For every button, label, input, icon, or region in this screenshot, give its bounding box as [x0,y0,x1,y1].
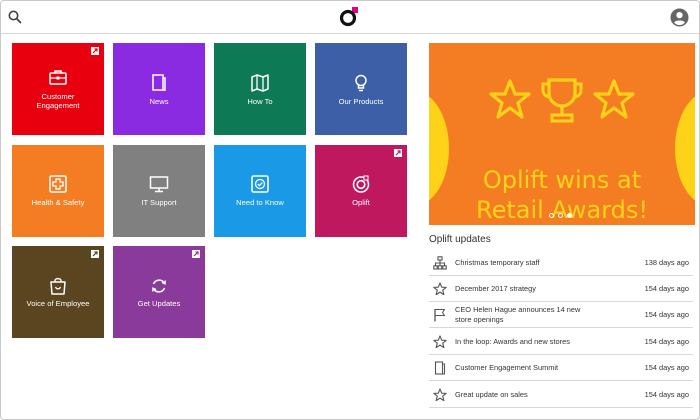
tile-health-and-safety[interactable]: Health & Safety [12,145,104,237]
carousel-dot-2[interactable] [558,213,563,218]
carousel-dot-1[interactable] [549,213,554,218]
tile-label: News [149,97,169,106]
update-date: 154 days ago [644,363,689,372]
tile-need-to-know[interactable]: Need to Know [214,145,306,237]
map-icon [251,74,269,92]
tile-label: Oplift [352,198,370,207]
monitor-icon [149,176,169,193]
app-window: Customer Engagement News How To Our Prod… [0,0,700,420]
update-item[interactable]: Great update on sales 154 days ago [429,382,693,408]
update-title-line1: CEO Helen Hague announces 14 new [455,305,581,314]
star-icon [433,282,447,296]
org-chart-icon [433,256,447,270]
tile-oplift[interactable]: Oplift [315,145,407,237]
news-carousel[interactable]: Oplift wins at Retail Awards! [429,43,695,225]
update-date: 154 days ago [644,337,689,346]
update-date: 138 days ago [644,258,689,267]
lightbulb-icon [355,74,367,92]
update-item[interactable]: In the loop: Awards and new stores 154 d… [429,329,693,355]
star-icon [433,335,447,349]
tile-label: Voice of Employee [26,299,90,308]
tile-label: Our Products [338,97,384,106]
document-icon [434,361,446,375]
update-date: 154 days ago [644,310,689,319]
oplift-logo-icon[interactable] [338,6,360,28]
update-title-line2: store openings [455,314,504,324]
update-title: Christmas temporary staff [455,258,540,267]
update-title: December 2017 strategy [455,284,536,293]
update-date: 154 days ago [644,284,689,293]
top-bar [1,1,699,34]
refresh-icon [152,279,166,293]
update-title: In the loop: Awards and new stores [455,337,570,346]
update-item[interactable]: CEO Helen Hague announces 14 new store o… [429,302,693,328]
search-icon[interactable] [7,9,23,25]
tile-how-to[interactable]: How To [214,43,306,135]
tile-label-line1: Customer [41,92,75,101]
external-link-icon [91,250,99,258]
oplift-icon [352,175,370,193]
tile-voice-of-employee[interactable]: Voice of Employee [12,246,104,338]
briefcase-icon [49,70,67,85]
tile-it-support[interactable]: IT Support [113,145,205,237]
tile-label: Need to Know [236,198,284,207]
checkbox-icon [251,175,269,193]
external-link-icon [394,149,402,157]
first-aid-icon [49,175,67,193]
updates-title: Oplift updates [429,234,491,245]
update-title: Customer Engagement Summit [455,363,559,372]
document-icon [152,74,166,91]
carousel-dot-3-active[interactable] [567,213,572,218]
award-stars-trophy-icon [489,78,635,123]
update-item[interactable]: Customer Engagement Summit 154 days ago [429,355,693,381]
tile-our-products[interactable]: Our Products [315,43,407,135]
external-link-icon [192,250,200,258]
update-date: 154 days ago [644,390,689,399]
flag-icon [434,308,446,322]
tile-label: IT Support [141,198,177,207]
carousel-dots [549,213,575,219]
tile-customer-engagement[interactable]: Customer Engagement [12,43,104,135]
tile-get-updates[interactable]: Get Updates [113,246,205,338]
tile-label: Get Updates [137,299,181,308]
update-item[interactable]: December 2017 strategy 154 days ago [429,276,693,302]
tile-news[interactable]: News [113,43,205,135]
tile-label: Health & Safety [31,198,85,207]
headline-line2: Retail Awards! [475,196,649,224]
headline-line1: Oplift wins at [482,166,642,194]
tile-label: How To [247,97,273,106]
external-link-icon [91,47,99,55]
user-avatar-icon[interactable] [670,8,689,27]
shopping-bag-icon [50,277,66,295]
tile-label-line2: Engagement [36,101,80,110]
star-icon [433,388,447,402]
update-title: Great update on sales [455,390,528,399]
update-item[interactable]: Christmas temporary staff 138 days ago [429,250,693,276]
